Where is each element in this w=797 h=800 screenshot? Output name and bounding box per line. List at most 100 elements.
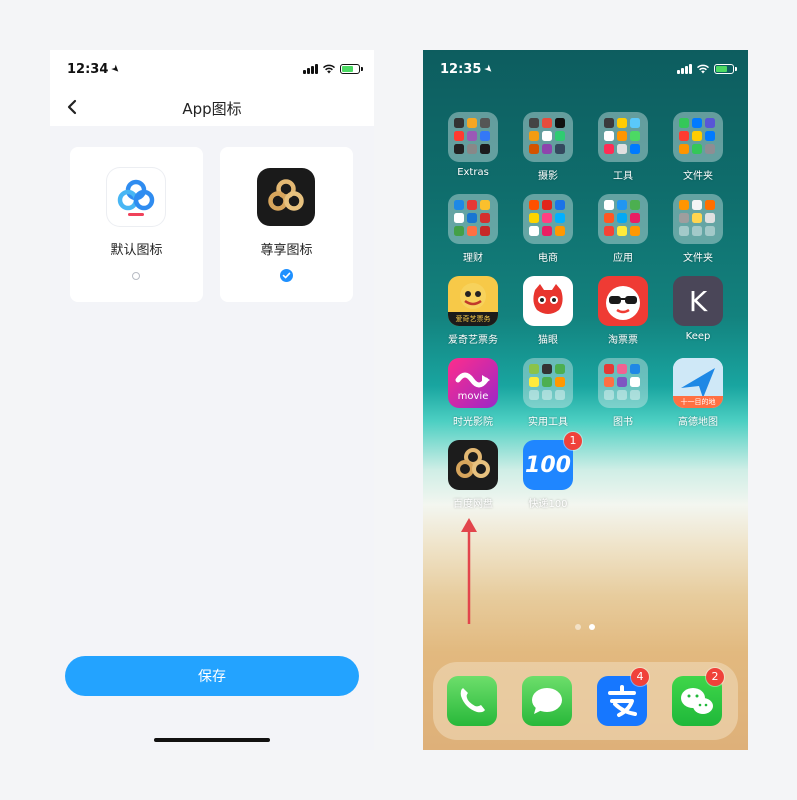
mtime-tile-text: movie — [457, 391, 489, 402]
status-time: 12:35 ➤ — [440, 62, 496, 77]
home-screen-phone: 12:35 ➤ Extras 摄影 工具 文件夹 理财 电商 应用 文件夹 爱奇… — [423, 50, 748, 750]
app-label: 时光影院 — [453, 417, 493, 428]
page-dot — [575, 624, 581, 630]
notification-badge: 1 — [564, 432, 582, 450]
default-icon-radio[interactable] — [132, 272, 140, 280]
folder-icon — [523, 194, 573, 244]
kuaidi100-icon: 100 — [523, 440, 573, 490]
location-arrow-icon: ➤ — [108, 62, 123, 77]
folder-icon — [523, 112, 573, 162]
folder-icon — [673, 112, 723, 162]
home-indicator — [154, 738, 270, 742]
app-label: Extras — [457, 167, 489, 178]
message-bubble-icon — [532, 688, 562, 714]
mtime-movie-icon: movie — [448, 358, 498, 408]
folder-icon — [448, 194, 498, 244]
navigation-bar: App图标 — [50, 90, 374, 126]
folder-extras[interactable]: Extras — [441, 112, 505, 184]
dock: 4 2 — [433, 662, 738, 740]
folder-books[interactable]: 图书 — [591, 358, 655, 430]
premium-icon-label: 尊享图标 — [260, 243, 313, 258]
folder-files-2[interactable]: 文件夹 — [666, 194, 730, 266]
status-bar: 12:34 ➤ — [50, 50, 374, 90]
notification-badge: 4 — [631, 668, 649, 686]
battery-charging-icon — [714, 64, 737, 74]
annotation-arrow-up-icon — [461, 518, 477, 624]
page-indicator[interactable] — [575, 624, 595, 630]
baidu-netdisk-default-icon — [107, 168, 165, 226]
folder-icon — [673, 194, 723, 244]
baidu-netdisk-premium-icon — [448, 440, 498, 490]
status-icons — [677, 64, 737, 74]
baidu-netdisk-premium-icon — [257, 168, 315, 226]
folder-files-1[interactable]: 文件夹 — [666, 112, 730, 184]
premium-icon-option[interactable]: 尊享图标 — [220, 147, 353, 302]
folder-icon — [598, 112, 648, 162]
kuaidi-tile-text: 100 — [525, 452, 571, 478]
battery-charging-icon — [340, 64, 363, 74]
save-button[interactable]: 保存 — [65, 656, 359, 696]
app-label: 应用 — [613, 253, 633, 264]
app-label: 理财 — [463, 253, 483, 264]
amap-navigation-icon: 十一目的地 — [673, 358, 723, 408]
app-label: 快递100 — [528, 499, 568, 510]
page-dot-active — [589, 624, 595, 630]
taopiaopiao-glasses-icon — [598, 276, 648, 326]
status-bar: 12:35 ➤ — [423, 50, 748, 90]
app-label: 摄影 — [538, 171, 558, 182]
app-label: 图书 — [613, 417, 633, 428]
messages-app[interactable] — [522, 676, 572, 726]
folder-applications[interactable]: 应用 — [591, 194, 655, 266]
wechat-app[interactable]: 2 — [672, 668, 724, 726]
app-maoyan[interactable]: 猫眼 — [516, 276, 580, 348]
app-label: 文件夹 — [683, 253, 713, 264]
checkmark-icon — [282, 272, 291, 279]
app-label: 淘票票 — [608, 335, 638, 346]
app-label: 百度网盘 — [453, 499, 493, 510]
cellular-signal-icon — [303, 64, 318, 74]
folder-icon — [598, 358, 648, 408]
wifi-icon — [696, 64, 710, 74]
cellular-signal-icon — [677, 64, 692, 74]
keep-tile-text: K — [688, 284, 708, 318]
default-icon-option[interactable]: 默认图标 — [70, 147, 203, 302]
app-label: 高德地图 — [678, 417, 718, 428]
keep-k-icon: K — [673, 276, 723, 326]
app-amap[interactable]: 十一目的地 高德地图 — [666, 358, 730, 430]
alipay-app[interactable]: 4 — [597, 668, 649, 726]
app-label: 爱奇艺票务 — [448, 335, 498, 346]
app-baidu-netdisk[interactable]: 百度网盘 — [441, 440, 505, 512]
app-label: 工具 — [613, 171, 633, 182]
iqiyi-tickets-icon: 爱奇艺票务 — [448, 276, 498, 326]
status-time-text: 12:34 — [67, 62, 109, 77]
folder-photography[interactable]: 摄影 — [516, 112, 580, 184]
app-label: 猫眼 — [538, 335, 558, 346]
status-time: 12:34 ➤ — [67, 62, 123, 77]
status-time-text: 12:35 — [440, 62, 482, 77]
maoyan-cat-icon — [523, 276, 573, 326]
app-kuaidi100[interactable]: 100 1 快递100 — [516, 432, 582, 512]
folder-finance[interactable]: 理财 — [441, 194, 505, 266]
page-title: App图标 — [182, 100, 242, 118]
app-label: Keep — [685, 331, 711, 342]
app-keep[interactable]: K Keep — [666, 276, 730, 348]
phone-handset-icon — [460, 688, 485, 713]
folder-ecommerce[interactable]: 电商 — [516, 194, 580, 266]
premium-icon-radio-checked[interactable] — [280, 269, 293, 282]
notification-badge: 2 — [706, 668, 724, 686]
phone-app[interactable] — [447, 676, 497, 726]
folder-utilities[interactable]: 实用工具 — [516, 358, 580, 430]
iqiyi-tile-text: 爱奇艺票务 — [455, 315, 491, 323]
app-iqiyi-tickets[interactable]: 爱奇艺票务 爱奇艺票务 — [441, 276, 505, 348]
app-label: 实用工具 — [528, 417, 568, 428]
app-label: 电商 — [538, 253, 558, 264]
folder-icon — [523, 358, 573, 408]
location-arrow-icon: ➤ — [481, 62, 496, 77]
folder-icon — [598, 194, 648, 244]
settings-phone-screen: 12:34 ➤ App图标 默认图标 尊享图标 保存 — [50, 50, 374, 750]
folder-tools[interactable]: 工具 — [591, 112, 655, 184]
app-mtime[interactable]: movie 时光影院 — [441, 358, 505, 430]
status-icons — [303, 64, 363, 74]
app-taopiaopiao[interactable]: 淘票票 — [591, 276, 655, 348]
default-icon-label: 默认图标 — [110, 243, 163, 258]
